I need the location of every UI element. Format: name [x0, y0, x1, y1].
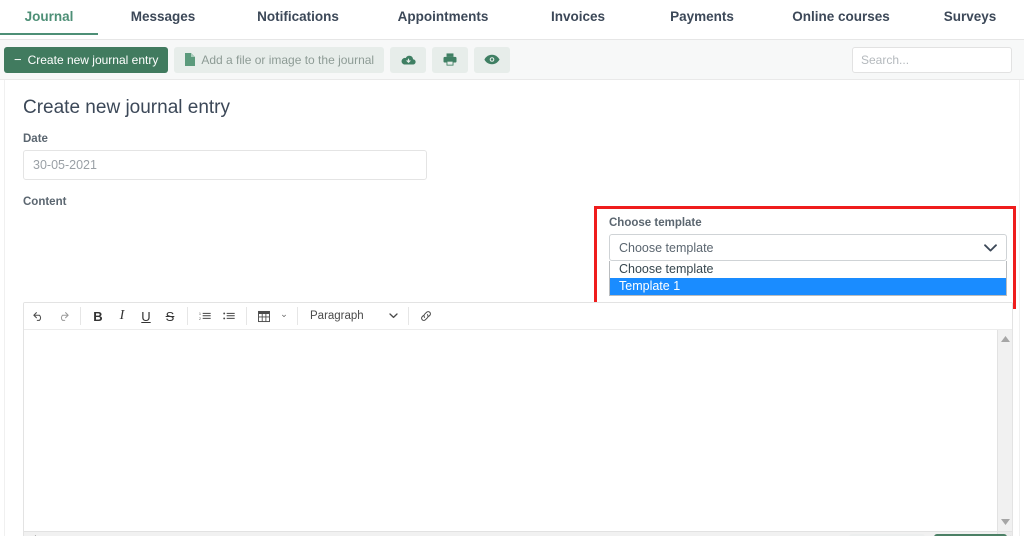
underline-button[interactable]: U	[134, 305, 158, 327]
nav-tab-label: Appointments	[397, 9, 489, 24]
nav-tab-label: Invoices	[550, 9, 606, 24]
content-rich-text-editor: B I U S 1 2 Paragraph	[23, 302, 1013, 536]
create-new-journal-entry-button[interactable]: − Create new journal entry	[4, 46, 169, 73]
preview-button[interactable]	[474, 46, 511, 73]
paragraph-format-select[interactable]: Paragraph	[303, 305, 403, 327]
nav-tab-payments[interactable]: Payments	[638, 0, 766, 34]
journal-entry-card: Create new journal entry Date Content Ch…	[4, 80, 1020, 536]
toolbar-separator	[297, 307, 298, 325]
nav-tab-label: Online courses	[792, 9, 890, 24]
add-file-button-label: Add a file or image to the journal	[201, 52, 375, 67]
nav-tab-surveys[interactable]: Surveys	[916, 0, 1024, 34]
template-option-choose-template[interactable]: Choose template	[610, 261, 1006, 278]
nav-tab-label: Journal	[24, 9, 74, 24]
triangle-up-icon[interactable]	[998, 334, 1012, 344]
choose-template-highlight-box: Choose template Choose template Choose t…	[594, 206, 1016, 309]
main-navigation: Journal Messages Notifications Appointme…	[0, 0, 1024, 40]
table-chevron-down-icon[interactable]	[276, 305, 292, 327]
cloud-download-button[interactable]	[390, 46, 427, 73]
nav-tab-label: Notifications	[257, 9, 339, 24]
chevron-down-icon	[984, 243, 997, 252]
print-button[interactable]	[432, 46, 469, 73]
toolbar-separator	[187, 307, 188, 325]
undo-icon[interactable]	[27, 305, 51, 327]
nav-tab-journal[interactable]: Journal	[0, 0, 98, 35]
italic-button[interactable]: I	[110, 305, 134, 327]
printer-icon	[443, 53, 457, 66]
template-option-template-1[interactable]: Template 1	[610, 278, 1006, 295]
editor-toolbar: B I U S 1 2 Paragraph	[24, 303, 1012, 330]
choose-template-label: Choose template	[609, 217, 702, 229]
nav-tab-online-courses[interactable]: Online courses	[766, 0, 916, 34]
page-title: Create new journal entry	[23, 97, 230, 118]
nav-tab-appointments[interactable]: Appointments	[368, 0, 518, 34]
file-document-icon	[184, 53, 196, 66]
link-icon[interactable]	[414, 305, 438, 327]
triangle-down-icon[interactable]	[998, 517, 1012, 527]
choose-template-select[interactable]: Choose template	[609, 234, 1007, 261]
nav-tab-invoices[interactable]: Invoices	[518, 0, 638, 34]
toolbar-separator	[408, 307, 409, 325]
svg-text:2: 2	[199, 317, 201, 321]
search-input[interactable]	[852, 47, 1012, 73]
nav-tab-notifications[interactable]: Notifications	[228, 0, 368, 34]
bold-button[interactable]: B	[86, 305, 110, 327]
choose-template-selected-value: Choose template	[619, 240, 714, 255]
nav-tab-label: Payments	[670, 9, 734, 24]
nav-tab-label: Surveys	[943, 9, 997, 24]
date-input[interactable]	[23, 150, 427, 180]
editor-content-area[interactable]	[24, 330, 1012, 536]
bullet-list-icon[interactable]	[217, 305, 241, 327]
svg-text:1: 1	[199, 312, 201, 316]
nav-tab-messages[interactable]: Messages	[98, 0, 228, 34]
nav-tab-label: Messages	[130, 9, 196, 24]
table-icon[interactable]	[252, 305, 276, 327]
eye-icon	[484, 54, 500, 65]
add-file-or-image-button[interactable]: Add a file or image to the journal	[174, 46, 385, 73]
chevron-down-icon	[389, 313, 398, 319]
redo-icon[interactable]	[51, 305, 75, 327]
action-toolbar: − Create new journal entry Add a file or…	[0, 40, 1024, 80]
date-field-label: Date	[23, 133, 48, 145]
choose-template-options-list: Choose template Template 1	[609, 261, 1007, 296]
strikethrough-button[interactable]: S	[158, 305, 182, 327]
cloud-download-icon	[401, 54, 416, 66]
minus-icon: −	[14, 52, 22, 67]
triangle-left-icon[interactable]	[28, 532, 38, 536]
numbered-list-icon[interactable]: 1 2	[193, 305, 217, 327]
paragraph-format-value: Paragraph	[310, 310, 364, 322]
editor-vertical-scrollbar[interactable]	[997, 330, 1012, 531]
toolbar-separator	[246, 307, 247, 325]
create-button-label: Create new journal entry	[27, 52, 159, 67]
toolbar-separator	[80, 307, 81, 325]
